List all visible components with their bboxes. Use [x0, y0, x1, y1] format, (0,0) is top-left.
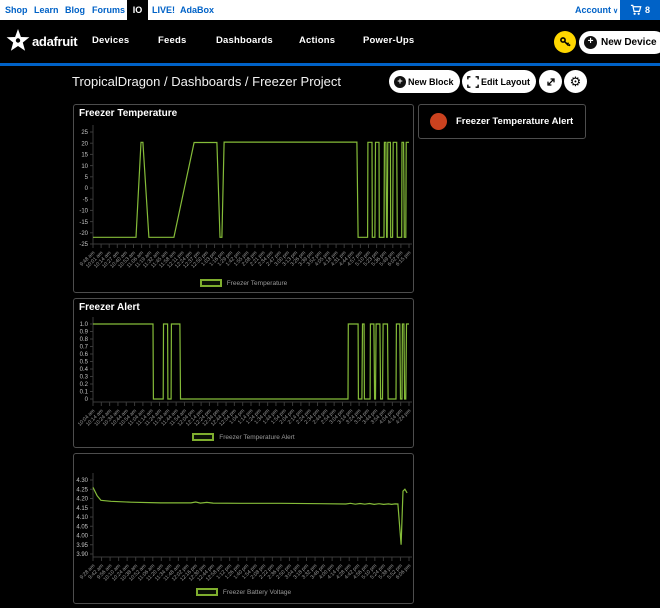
- svg-text:0.9: 0.9: [80, 330, 89, 336]
- svg-text:0.2: 0.2: [80, 382, 89, 388]
- plus-icon: +: [394, 75, 406, 88]
- legend-swatch: [195, 588, 218, 596]
- svg-text:3.90: 3.90: [76, 552, 88, 558]
- plus-icon: +: [584, 36, 597, 49]
- accent-divider: [0, 63, 660, 66]
- new-device-button[interactable]: + New Device: [579, 31, 660, 54]
- svg-text:-5: -5: [83, 197, 89, 203]
- svg-text:25: 25: [81, 130, 88, 136]
- chart-legend: Freezer Battery Voltage: [74, 588, 413, 596]
- toplink-learn[interactable]: Learn: [34, 0, 59, 20]
- brand-text: adafruit: [32, 33, 78, 49]
- legend-label: Freezer Battery Voltage: [222, 588, 292, 596]
- svg-text:0.4: 0.4: [80, 367, 89, 373]
- fullscreen-button[interactable]: [539, 70, 562, 93]
- svg-text:4.00: 4.00: [76, 534, 88, 540]
- account-label: Account: [575, 5, 611, 15]
- svg-text:3.95: 3.95: [76, 543, 88, 549]
- settings-button[interactable]: ⚙: [564, 70, 587, 93]
- toplink-blog[interactable]: Blog: [65, 0, 85, 20]
- chart-legend: Freezer Temperature: [74, 279, 413, 287]
- account-menu[interactable]: Account ∨: [575, 0, 618, 20]
- adafruit-logo[interactable]: adafruit: [6, 29, 78, 53]
- legend-label: Freezer Temperature Alert: [219, 433, 295, 441]
- freezer-temperature-block: 25 20 15 10 5 0 -5 -10 -15 -20 -25 9:48 am 10:01 am 1…: [73, 104, 414, 293]
- edit-layout-label: Edit Layout: [481, 76, 530, 87]
- svg-text:4.30: 4.30: [76, 478, 88, 484]
- chart-title: Freezer Temperature: [79, 108, 178, 119]
- nav-actions[interactable]: Actions: [299, 20, 335, 62]
- svg-text:0.1: 0.1: [80, 390, 89, 396]
- svg-text:4.25: 4.25: [76, 487, 88, 493]
- nav-devices[interactable]: Devices: [92, 20, 129, 62]
- legend-swatch: [192, 433, 215, 441]
- freezer-temperature-alert-block: Freezer Temperature Alert: [418, 104, 586, 139]
- svg-text:15: 15: [81, 153, 88, 159]
- toplink-forums[interactable]: Forums: [92, 0, 125, 20]
- svg-text:4.20: 4.20: [76, 497, 88, 503]
- chart-title: Freezer Alert: [79, 302, 140, 313]
- legend-swatch: [199, 279, 222, 287]
- cart-count: 8: [644, 5, 650, 15]
- svg-text:0.6: 0.6: [80, 352, 89, 358]
- gear-icon: ⚙: [569, 74, 582, 89]
- alert-block-label: Freezer Temperature Alert: [456, 116, 574, 127]
- chevron-down-icon: ∨: [613, 8, 619, 15]
- alert-indicator-icon: [430, 113, 447, 130]
- chart-legend: Freezer Temperature Alert: [74, 433, 413, 441]
- key-icon: [560, 37, 571, 47]
- svg-text:10: 10: [81, 164, 88, 170]
- svg-text:5: 5: [85, 175, 89, 181]
- toplink-shop[interactable]: Shop: [5, 0, 28, 20]
- svg-text:20: 20: [81, 141, 88, 147]
- svg-text:-10: -10: [79, 209, 88, 215]
- svg-text:0.3: 0.3: [80, 375, 89, 381]
- svg-text:0.8: 0.8: [80, 337, 89, 343]
- svg-text:-25: -25: [79, 242, 88, 248]
- new-device-label: New Device: [601, 37, 657, 48]
- breadcrumb[interactable]: TropicalDragon / Dashboards / Freezer Pr…: [72, 74, 341, 89]
- api-key-button[interactable]: [554, 31, 576, 53]
- svg-text:-15: -15: [79, 220, 88, 226]
- cart-icon: [630, 4, 642, 15]
- freezer-battery-block: 4.30 4.25 4.20 4.15 4.10 4.05 4.00 3.95 3.90 9:28…: [73, 453, 414, 604]
- svg-text:0: 0: [85, 186, 89, 192]
- svg-text:0.5: 0.5: [80, 360, 89, 366]
- svg-text:0.7: 0.7: [80, 345, 89, 351]
- new-block-button[interactable]: + New Block: [389, 70, 460, 93]
- toplink-adabox[interactable]: AdaBox: [180, 0, 214, 20]
- freezer-battery-voltage-chart: 4.304.254.204.154.104.054.003.953.909:28…: [76, 473, 412, 583]
- svg-text:4.15: 4.15: [76, 506, 88, 512]
- cart-button[interactable]: 8: [620, 0, 660, 20]
- expand-arrows-icon: [546, 77, 555, 86]
- toplink-io-active[interactable]: IO: [127, 0, 148, 20]
- toplink-live[interactable]: LIVE!: [152, 0, 175, 20]
- freezer-temperature-chart: 2520151050-5-10-15-20-259:48 am10:01 am1…: [79, 125, 412, 270]
- adafruit-star-icon: [6, 29, 30, 51]
- svg-text:1.0: 1.0: [80, 322, 89, 328]
- edit-layout-button[interactable]: Edit Layout: [462, 70, 536, 93]
- legend-label: Freezer Temperature: [226, 279, 288, 287]
- svg-text:4.05: 4.05: [76, 524, 88, 530]
- svg-text:0: 0: [85, 397, 89, 403]
- nav-feeds[interactable]: Feeds: [158, 20, 186, 62]
- freezer-alert-chart: 1.00.90.80.70.60.50.40.30.20.1010:04 am1…: [77, 317, 412, 428]
- edit-layout-icon: [467, 75, 479, 88]
- svg-text:-20: -20: [79, 231, 88, 237]
- top-bar: Shop Learn Blog Forums IO LIVE! AdaBox A…: [0, 0, 660, 20]
- nav-power-ups[interactable]: Power-Ups: [363, 20, 414, 62]
- svg-text:4.10: 4.10: [76, 515, 88, 521]
- nav-dashboards[interactable]: Dashboards: [216, 20, 273, 62]
- freezer-alert-block: 1.0 0.9 0.8 0.7 0.6 0.5 0.4 0.3 0.2 0.1 0 10:04 am 1…: [73, 298, 414, 448]
- new-block-label: New Block: [408, 76, 454, 87]
